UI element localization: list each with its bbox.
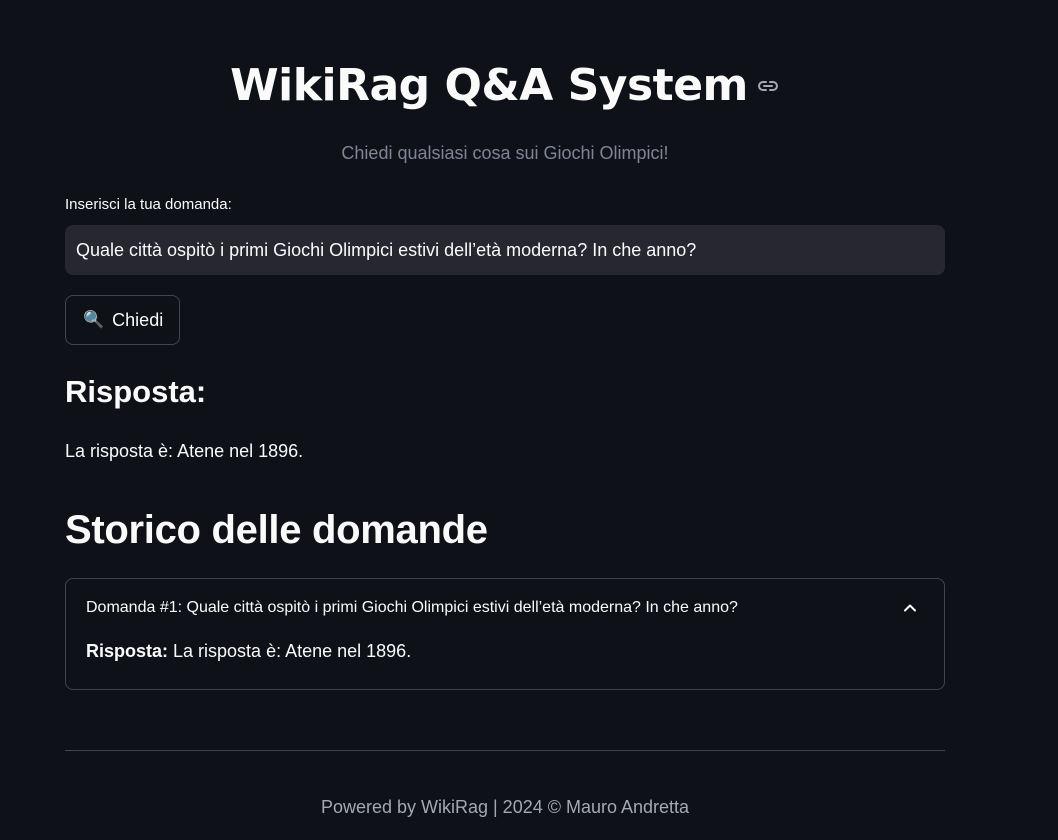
footer-text: Powered by WikiRag | 2024 © Mauro Andret…	[320, 797, 690, 817]
ask-button-label: Chiedi	[112, 309, 164, 330]
search-icon: 🔍	[83, 310, 105, 329]
question-input[interactable]	[65, 225, 945, 275]
link-icon[interactable]	[756, 74, 780, 98]
footer-divider	[65, 750, 945, 751]
page-title: WikiRag Q&A System	[230, 60, 748, 111]
chevron-up-icon[interactable]	[902, 600, 918, 616]
history-answer-label: Risposta:	[86, 641, 169, 661]
history-answer-text: La risposta è: Atene nel 1896.	[168, 641, 412, 661]
history-item-body: Risposta: La risposta è: Atene nel 1896.	[86, 641, 411, 662]
title-row: WikiRag Q&A System	[65, 60, 945, 111]
page-subtitle: Chiedi qualsiasi cosa sui Giochi Olimpic…	[341, 143, 669, 163]
history-item-title: Domanda #1: Quale città ospitò i primi G…	[86, 599, 738, 616]
question-label: Inserisci la tua domanda:	[65, 196, 232, 213]
main-container: WikiRag Q&A System Chiedi qualsiasi cosa…	[65, 0, 945, 840]
history-expander-header[interactable]: Domanda #1: Quale città ospitò i primi G…	[66, 579, 944, 637]
answer-text: La risposta è: Atene nel 1896.	[65, 441, 304, 461]
history-expander: Domanda #1: Quale città ospitò i primi G…	[65, 578, 945, 690]
history-heading: Storico delle domande	[65, 508, 488, 552]
answer-heading: Risposta:	[65, 374, 207, 409]
ask-button[interactable]: 🔍 Chiedi	[65, 295, 181, 345]
